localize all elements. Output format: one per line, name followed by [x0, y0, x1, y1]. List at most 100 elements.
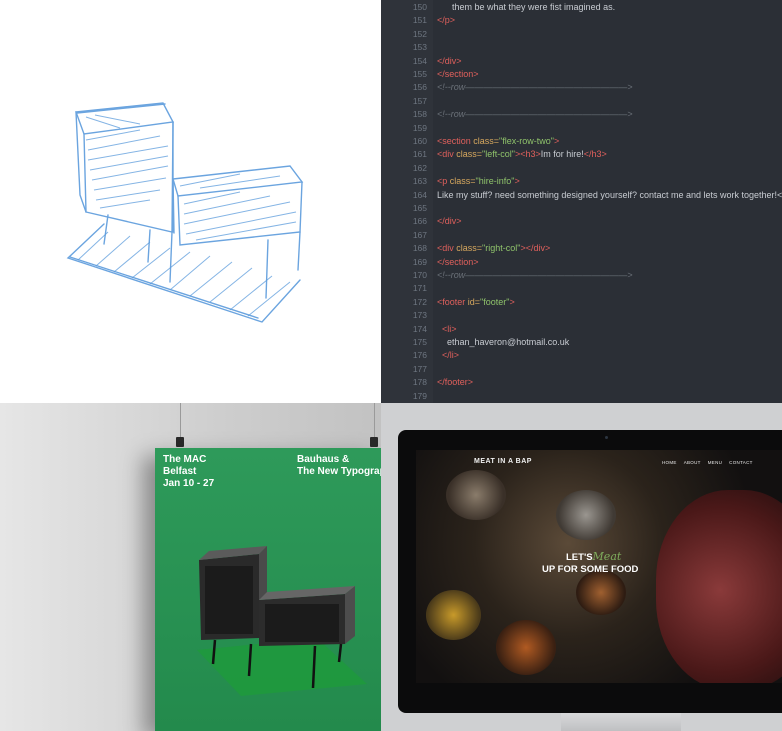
cabinet-sketch [66, 102, 304, 323]
code-line[interactable]: 158 <!--row——————————————————> [381, 108, 782, 121]
code-token: <div [437, 149, 457, 160]
line-number: 151 [412, 15, 427, 26]
line-text: them be what they were fist imagined as. [437, 1, 615, 14]
spice-bowl [496, 620, 556, 675]
code-token: <section [437, 136, 474, 146]
code-token: <!--row——————————————————> [437, 82, 633, 93]
code-line[interactable]: 177 [381, 363, 782, 376]
line-text: </li> [437, 349, 459, 362]
line-number: 160 [412, 136, 427, 146]
code-token: class= [449, 176, 476, 187]
code-line[interactable]: 172 <footer id="footer"> [381, 296, 782, 309]
exhibition-poster: The MAC Belfast Jan 10 - 27 Bauhaus & Th… [155, 448, 381, 731]
code-line[interactable]: 150 them be what they were fist imagined… [381, 1, 782, 14]
code-line[interactable]: 168 <div class="right-col"></div> [381, 242, 782, 255]
spice-bowl [576, 570, 626, 615]
line-number: 168 [412, 243, 427, 254]
line-number: 156 [412, 82, 427, 93]
line-text: <div class="left-col"><h3>Im for hire!</… [437, 148, 607, 161]
line-number: 179 [412, 390, 427, 401]
code-line[interactable]: 171 [381, 282, 782, 295]
line-text: </div> [437, 55, 462, 68]
line-text: <p class="hire-info"> [437, 175, 520, 188]
code-line[interactable]: 178 </footer> [381, 376, 782, 389]
spice-bowl [446, 470, 506, 520]
line-number: 178 [412, 377, 427, 388]
code-line[interactable]: 173 [381, 309, 782, 322]
line-text: </footer> [437, 376, 473, 389]
code-token: </div> [437, 55, 462, 66]
line-number: 173 [412, 310, 427, 321]
nav-contact[interactable]: CONTACT [729, 460, 753, 465]
spice-bowl [556, 490, 616, 540]
line-text: Like my stuff? need something designed y… [437, 189, 782, 202]
code-token: ><h3> [514, 149, 541, 160]
code-token: ethan_haveron@hotmail.co.uk [437, 337, 570, 347]
code-line[interactable]: 162 [381, 162, 782, 175]
code-token: </footer> [437, 377, 474, 388]
line-number: 158 [412, 109, 427, 120]
code-line[interactable]: 176 </li> [381, 349, 782, 362]
code-line[interactable]: 156 <!--row——————————————————> [381, 81, 782, 94]
camera-icon [605, 436, 608, 439]
code-token: "footer" [480, 296, 510, 307]
code-token: <!--row——————————————————> [437, 109, 633, 120]
code-token: > [553, 136, 560, 146]
code-line[interactable]: 151 </p> [381, 14, 782, 27]
code-line[interactable]: 159 [381, 122, 782, 135]
code-line[interactable]: 153 [381, 41, 782, 54]
line-number: 170 [412, 270, 427, 280]
code-line[interactable]: 164 Like my stuff? need something designe… [381, 189, 782, 202]
code-line[interactable]: 155 </section> [381, 68, 782, 81]
code-line[interactable]: 154 </div> [381, 55, 782, 68]
code-line[interactable]: 169 </section> [381, 256, 782, 269]
code-line[interactable]: 167 [381, 229, 782, 242]
line-text: </p> [437, 14, 455, 27]
nav-about[interactable]: ABOUT [684, 460, 701, 465]
hero-line-2: UP FOR SOME FOOD [542, 564, 639, 575]
code-line[interactable]: 163 <p class="hire-info"> [381, 175, 782, 188]
line-text: <div class="right-col"></div> [437, 242, 550, 255]
code-token: "hire-info" [475, 176, 515, 187]
line-number: 167 [412, 229, 427, 240]
code-line[interactable]: 166 </div> [381, 215, 782, 228]
nav-menu[interactable]: MENU [708, 460, 722, 465]
code-token: </section> [437, 69, 479, 79]
code-line[interactable]: 165 [381, 202, 782, 215]
code-token: > [514, 176, 520, 187]
code-token: them be what they were fist imagined as. [437, 2, 616, 12]
code-token: Like my stuff? need something designed y… [437, 189, 782, 200]
code-line[interactable]: 175 ethan_haveron@hotmail.co.uk [381, 336, 782, 349]
line-number: 163 [412, 176, 427, 187]
code-token: > [509, 296, 515, 307]
code-token: id= [467, 296, 481, 307]
code-token: <!--row——————————————————> [437, 270, 633, 280]
code-token: class= [456, 243, 483, 254]
code-editor[interactable]: 150 them be what they were fist imagined… [381, 0, 782, 403]
code-line[interactable]: 170 <!--row——————————————————> [381, 269, 782, 282]
code-line[interactable]: 174 <li> [381, 323, 782, 336]
code-line[interactable]: 179 [381, 390, 782, 403]
hero-script-word: Meat [592, 550, 622, 563]
line-number: 166 [412, 216, 427, 227]
line-number: 164 [412, 189, 427, 200]
nav-home[interactable]: HOME [662, 460, 677, 465]
code-line[interactable]: 161 <div class="left-col"><h3>Im for hire… [381, 148, 782, 161]
code-token: <li> [442, 323, 457, 334]
site-brand[interactable]: MEAT IN A BAP [474, 458, 532, 465]
line-text: <!--row——————————————————> [437, 81, 633, 94]
line-number: 171 [412, 283, 427, 294]
code-line[interactable]: 152 [381, 28, 782, 41]
line-number: 159 [412, 122, 427, 133]
line-text: </section> [437, 256, 479, 269]
code-token: <p [437, 176, 450, 187]
line-text: <!--row——————————————————> [437, 108, 633, 121]
hanging-string [180, 403, 181, 441]
code-token: ></div> [520, 243, 551, 254]
poster-mockup-panel: The MAC Belfast Jan 10 - 27 Bauhaus & Th… [0, 403, 381, 731]
line-number: 174 [412, 323, 427, 334]
code-line[interactable]: 157 [381, 95, 782, 108]
code-line[interactable]: 160 <section class="flex-row-two"> [381, 135, 782, 148]
line-number: 153 [412, 42, 427, 53]
code-token: <footer [437, 296, 468, 307]
